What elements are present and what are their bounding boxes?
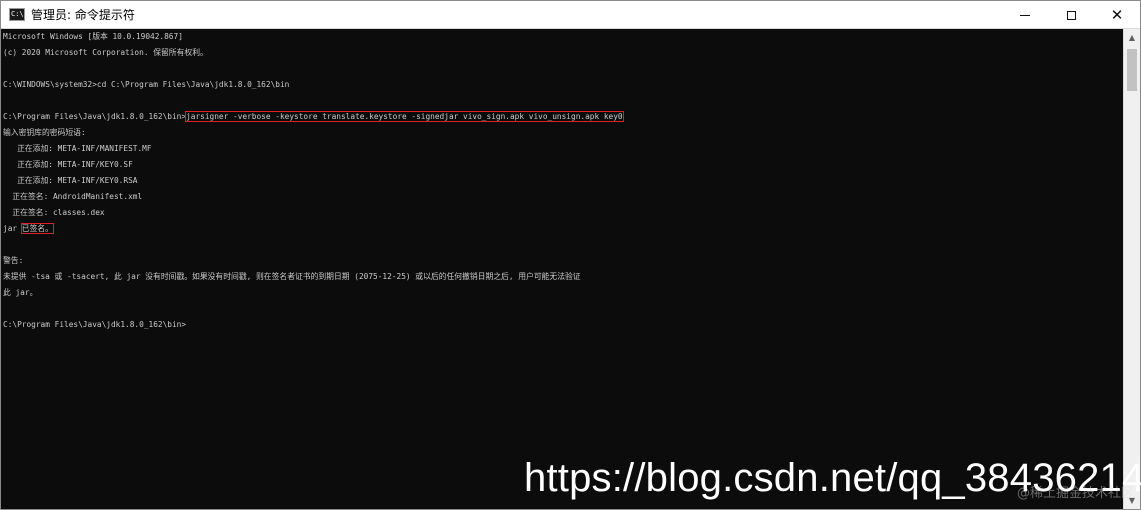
window-title: 管理员: 命令提示符 (31, 8, 135, 22)
console-line: 正在签名: classes.dex (3, 208, 105, 217)
console-line: C:\WINDOWS\system32>cd C:\Program Files\… (3, 80, 290, 89)
cmd-icon: C:\. (9, 8, 28, 21)
console-line: (c) 2020 Microsoft Corporation. 保留所有权利。 (3, 48, 208, 57)
console-line: 正在签名: AndroidManifest.xml (3, 192, 143, 201)
highlighted-signed-status: 已签名。 (20, 223, 54, 234)
close-icon: ✕ (1110, 6, 1124, 24)
command-prompt-window: C:\. 管理员: 命令提示符 ✕ Microsoft Windows [版本 … (0, 0, 1141, 510)
scroll-thumb[interactable] (1127, 49, 1137, 91)
console-line: 警告: (3, 256, 24, 265)
console-line: 正在添加: META-INF/MANIFEST.MF (3, 144, 152, 153)
console-line: 此 jar。 (3, 288, 38, 297)
highlighted-command: jarsigner -verbose -keystore translate.k… (185, 111, 624, 122)
console-line-signed: jar 已签名。 (1, 221, 1122, 237)
close-button[interactable]: ✕ (1094, 1, 1140, 29)
maximize-icon (1066, 11, 1076, 20)
console-line: 输入密钥库的密码短语: (3, 128, 86, 137)
console-line-warning: 未提供 -tsa 或 -tsacert, 此 jar 没有时间戳。如果没有时间戳… (3, 272, 581, 281)
vertical-scrollbar[interactable]: ▲ ▼ (1123, 29, 1140, 509)
console-line: Microsoft Windows [版本 10.0.19042.867] (3, 32, 183, 41)
console-line-command: C:\Program Files\Java\jdk1.8.0_162\bin>j… (1, 109, 1122, 125)
minimize-icon (1020, 15, 1030, 16)
scroll-up-icon[interactable]: ▲ (1124, 29, 1140, 46)
watermark-community: @稀土掘金技术社区 (1016, 486, 1134, 501)
maximize-button[interactable] (1048, 1, 1094, 29)
minimize-button[interactable] (1002, 1, 1048, 29)
jar-label: jar (3, 224, 22, 233)
console-line: 正在添加: META-INF/KEY0.SF (3, 160, 133, 169)
console-line-prompt[interactable]: C:\Program Files\Java\jdk1.8.0_162\bin> (1, 317, 1122, 333)
console-line: 正在添加: META-INF/KEY0.RSA (3, 176, 138, 185)
title-bar[interactable]: C:\. 管理员: 命令提示符 ✕ (1, 1, 1140, 29)
console-output[interactable]: Microsoft Windows [版本 10.0.19042.867] (c… (1, 29, 1122, 509)
prompt-text: C:\Program Files\Java\jdk1.8.0_162\bin> (3, 112, 187, 121)
